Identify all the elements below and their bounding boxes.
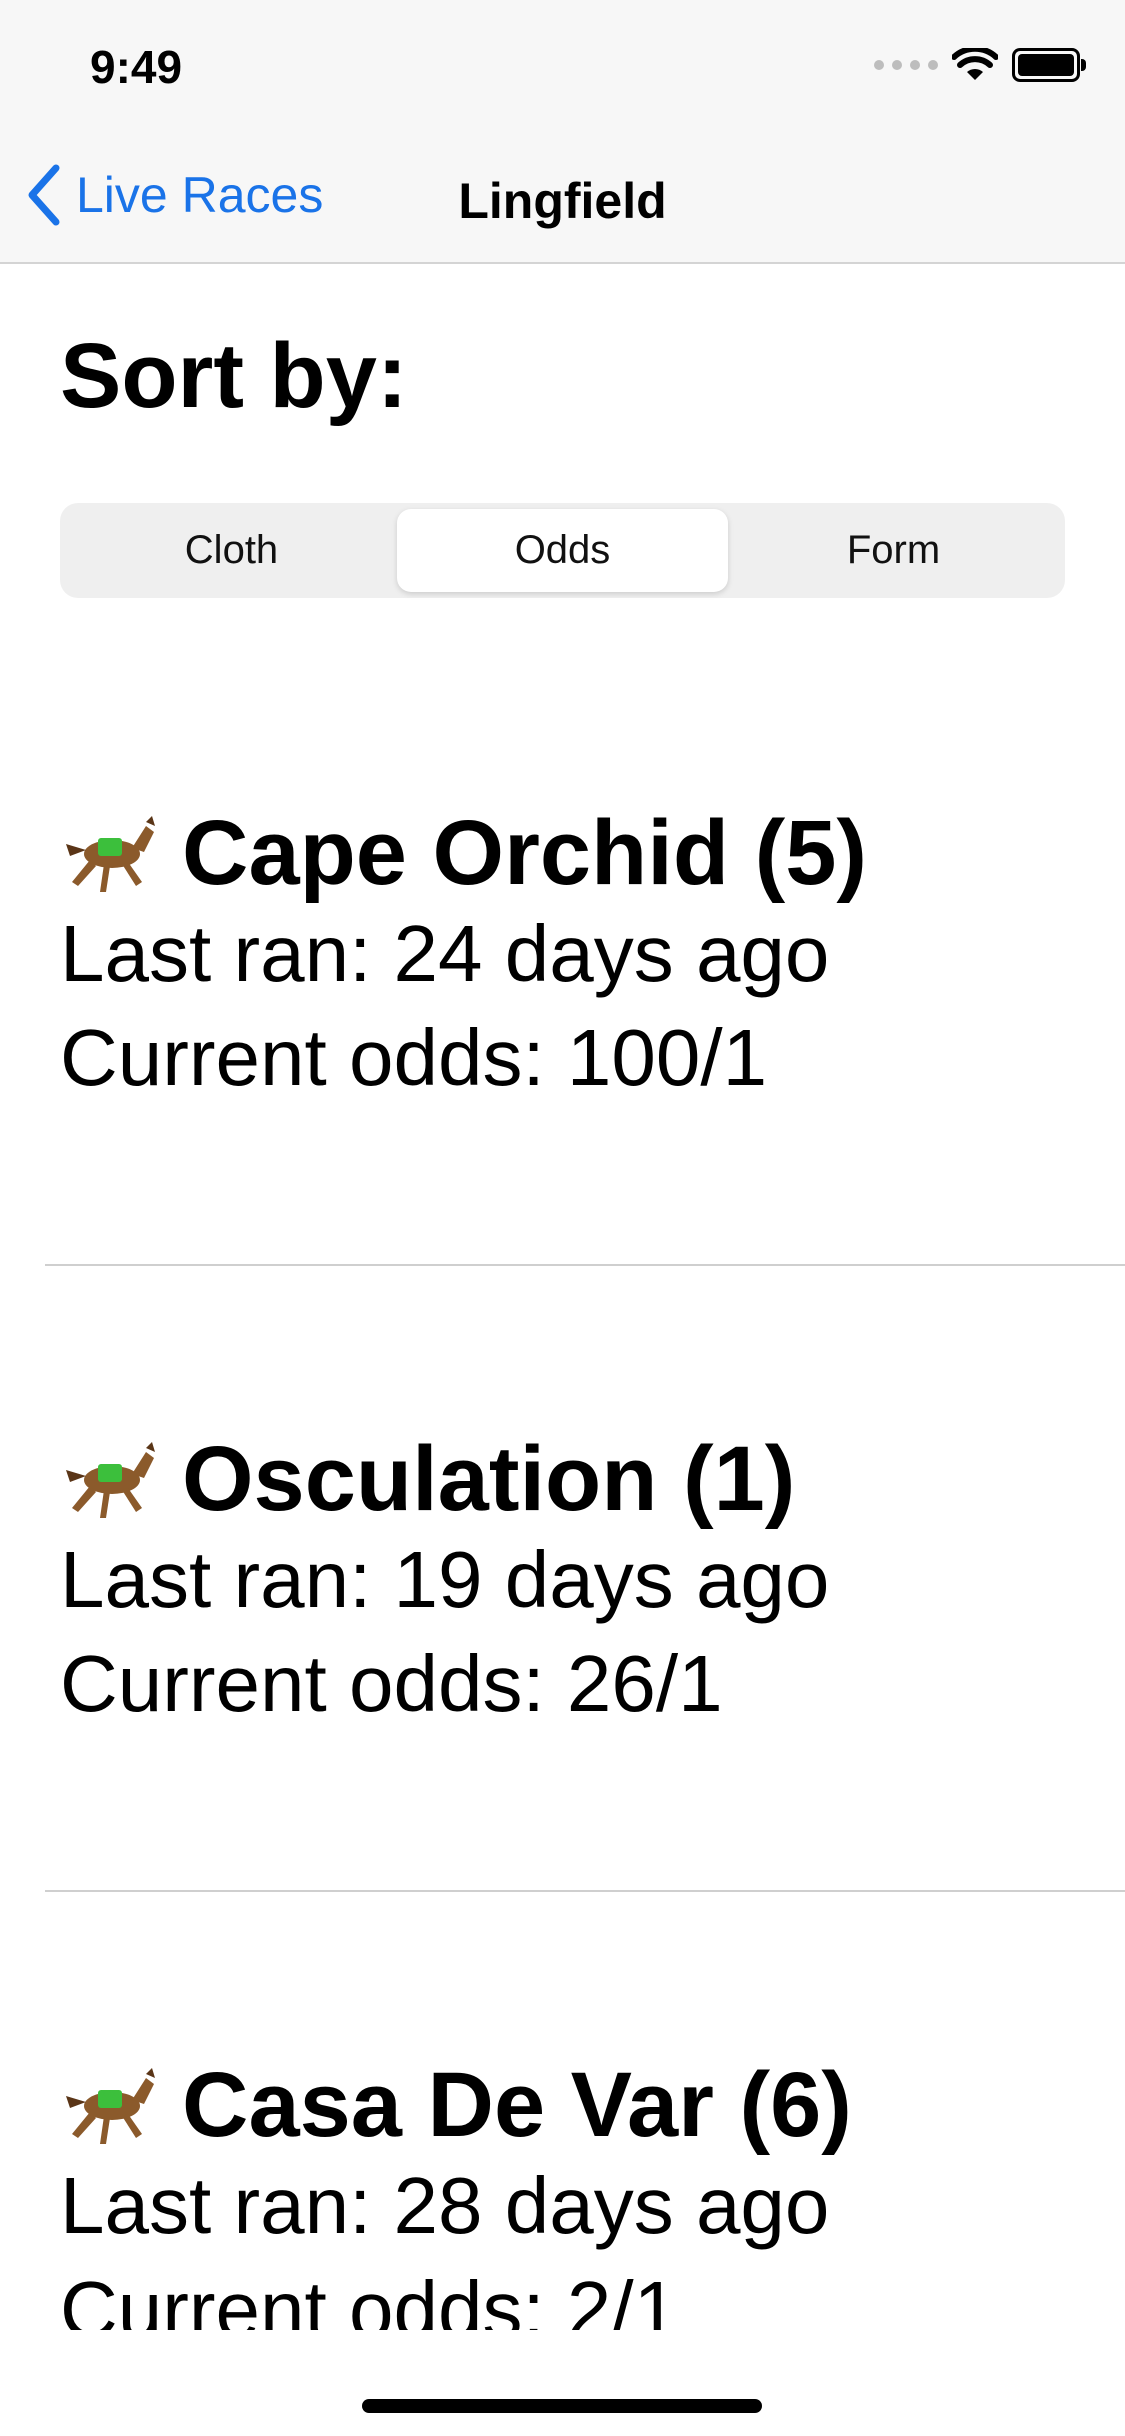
runner-odds: Current odds: 100/1 <box>60 1012 768 1102</box>
status-bar: 9:49 <box>0 0 1125 132</box>
runner-name: Casa De Var (6) <box>182 2054 852 2156</box>
home-indicator[interactable] <box>362 2399 762 2413</box>
list-item[interactable]: Osculation (1) Last ran: 19 days ago Cur… <box>0 1266 1125 1892</box>
sort-segmented-control: Cloth Odds Form <box>60 503 1065 598</box>
segment-cloth[interactable]: Cloth <box>66 509 397 592</box>
runner-last-ran: Last ran: 24 days ago <box>60 908 830 998</box>
horse-racing-icon <box>66 1442 155 1519</box>
runner-last-ran: Last ran: 28 days ago <box>60 2160 830 2250</box>
navigation-bar: Live Races Lingfield <box>0 132 1125 264</box>
horse-racing-icon <box>66 2068 155 2145</box>
battery-icon <box>1012 48 1086 82</box>
page-title: Lingfield <box>458 173 667 229</box>
list-item[interactable]: Casa De Var (6) Last ran: 28 days ago Cu… <box>0 1892 1125 2330</box>
segment-odds[interactable]: Odds <box>397 509 728 592</box>
cellular-icon <box>874 60 938 70</box>
list-item[interactable]: Cape Orchid (5) Last ran: 24 days ago Cu… <box>0 640 1125 1266</box>
runner-last-ran: Last ran: 19 days ago <box>60 1534 830 1624</box>
segment-form[interactable]: Form <box>728 509 1059 592</box>
runner-name: Cape Orchid (5) <box>182 802 868 904</box>
status-icons <box>874 48 1086 82</box>
wifi-icon <box>952 48 998 80</box>
status-time: 9:49 <box>90 41 183 93</box>
runner-list[interactable]: Cape Orchid (5) Last ran: 24 days ago Cu… <box>0 640 1125 2330</box>
runner-odds: Current odds: 2/1 <box>60 2264 679 2330</box>
sort-heading: Sort by: <box>60 325 408 427</box>
horse-racing-icon <box>66 816 155 893</box>
runner-name: Osculation (1) <box>182 1428 796 1530</box>
runner-odds: Current odds: 26/1 <box>60 1638 723 1728</box>
